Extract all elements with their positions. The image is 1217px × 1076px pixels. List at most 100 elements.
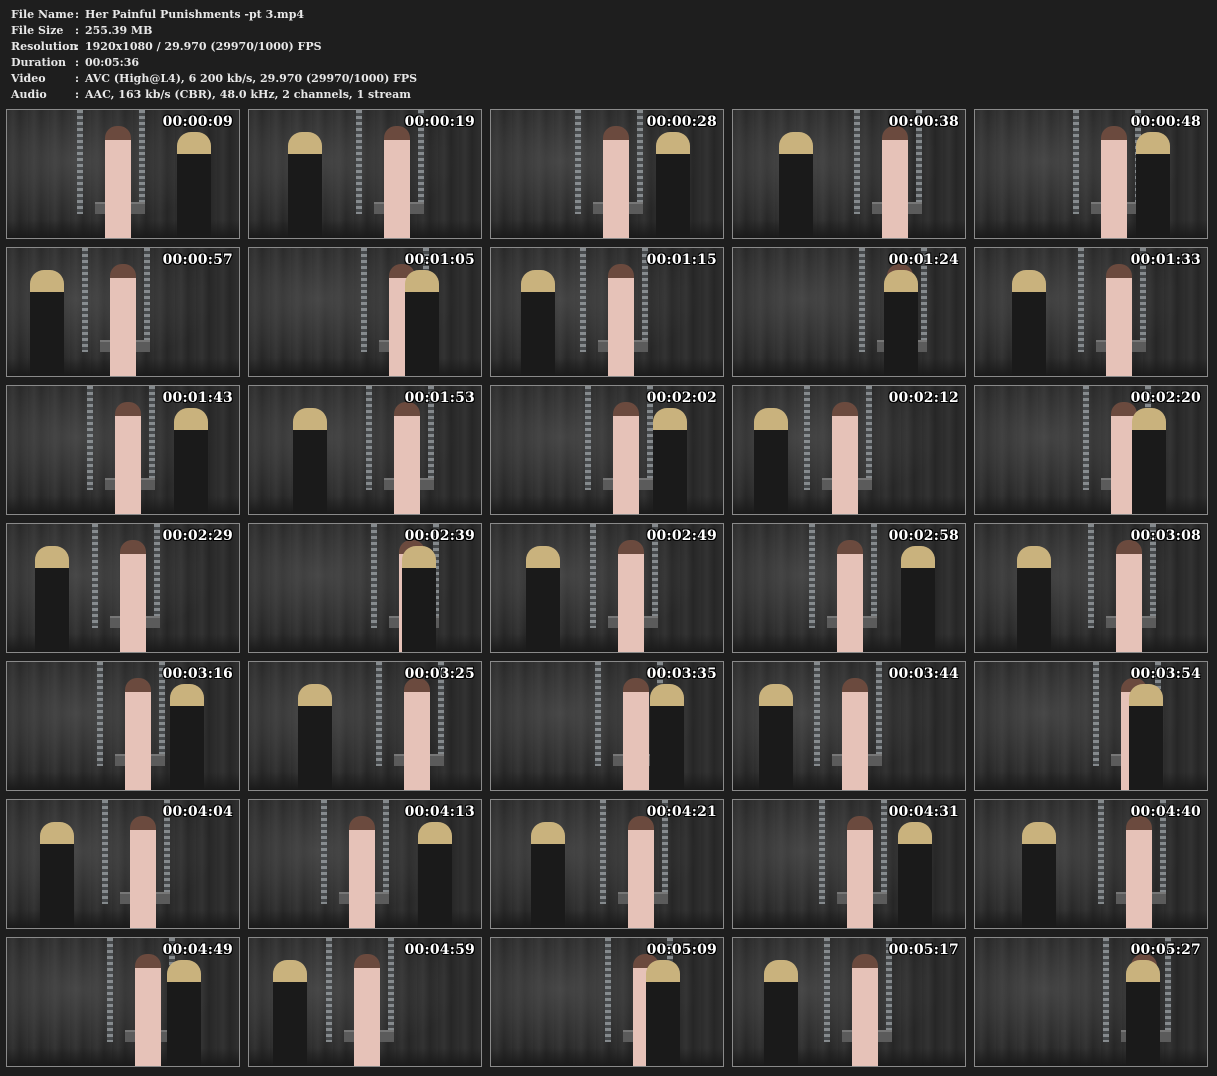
- figure-shape: [1125, 960, 1160, 1066]
- video-thumbnail: 00:03:16: [6, 661, 240, 791]
- video-thumbnail: 00:01:33: [974, 247, 1208, 377]
- figure-shape: [125, 678, 151, 790]
- chain-shape: [859, 248, 865, 352]
- chain-shape: [102, 800, 108, 904]
- figure-shape: [618, 540, 644, 652]
- figure-shape: [897, 822, 932, 928]
- thumbnail-timestamp: 00:00:38: [888, 114, 959, 130]
- video-thumbnail: 00:03:35: [490, 661, 724, 791]
- video-thumbnail: 00:01:43: [6, 385, 240, 515]
- video-thumbnail: 00:04:40: [974, 799, 1208, 929]
- figure-shape: [1021, 822, 1056, 928]
- video-thumbnail: 00:04:31: [732, 799, 966, 929]
- thumbnail-timestamp: 00:05:09: [646, 942, 717, 958]
- figure-shape: [394, 402, 420, 514]
- figure-shape: [1116, 540, 1142, 652]
- info-label: Audio: [11, 88, 47, 101]
- chain-shape: [819, 800, 825, 904]
- chain-shape: [321, 800, 327, 904]
- figure-shape: [882, 126, 908, 238]
- info-row-file-name: File Name : Her Painful Punishments -pt …: [11, 7, 417, 23]
- video-thumbnail: 00:00:19: [248, 109, 482, 239]
- chain-shape: [824, 938, 830, 1042]
- thumbnail-timestamp: 00:03:25: [404, 666, 475, 682]
- chain-shape: [77, 110, 83, 214]
- info-row-file-size: File Size : 255.39 MB: [11, 23, 417, 39]
- info-value: AAC, 163 kb/s (CBR), 48.0 kHz, 2 channel…: [85, 88, 411, 101]
- figure-shape: [1132, 408, 1167, 514]
- chain-shape: [139, 110, 145, 214]
- info-value: 00:05:36: [85, 56, 140, 69]
- thumbnail-timestamp: 00:02:02: [646, 390, 717, 406]
- thumbnail-timestamp: 00:01:15: [646, 252, 717, 268]
- thumbnail-timestamp: 00:04:04: [162, 804, 233, 820]
- thumbnail-timestamp: 00:01:53: [404, 390, 475, 406]
- thumbnail-timestamp: 00:04:40: [1130, 804, 1201, 820]
- thumbnail-timestamp: 00:03:08: [1130, 528, 1201, 544]
- thumbnail-timestamp: 00:02:39: [404, 528, 475, 544]
- thumbnail-timestamp: 00:05:27: [1130, 942, 1201, 958]
- figure-shape: [623, 678, 649, 790]
- thumbnail-timestamp: 00:02:29: [162, 528, 233, 544]
- chain-shape: [1088, 524, 1094, 628]
- figure-shape: [384, 126, 410, 238]
- figure-shape: [173, 408, 208, 514]
- thumbnail-timestamp: 00:01:24: [888, 252, 959, 268]
- figure-shape: [613, 402, 639, 514]
- video-thumbnail: 00:02:39: [248, 523, 482, 653]
- figure-shape: [525, 546, 560, 652]
- chain-shape: [92, 524, 98, 628]
- figure-shape: [349, 816, 375, 928]
- thumbnail-grid: 00:00:09 00:00:19 00:00:28 00:00:38 00:00:48…: [6, 109, 1213, 1071]
- figure-shape: [272, 960, 307, 1066]
- chain-shape: [107, 938, 113, 1042]
- chain-shape: [605, 938, 611, 1042]
- video-thumbnail: 00:04:49: [6, 937, 240, 1067]
- figure-shape: [832, 402, 858, 514]
- figure-shape: [29, 270, 64, 376]
- chain-shape: [1098, 800, 1104, 904]
- figure-shape: [608, 264, 634, 376]
- info-row-video: Video : AVC (High@L4), 6 200 kb/s, 29.97…: [11, 71, 417, 87]
- video-thumbnail: 00:02:58: [732, 523, 966, 653]
- thumbnail-timestamp: 00:02:12: [888, 390, 959, 406]
- video-thumbnail: 00:04:13: [248, 799, 482, 929]
- chain-shape: [149, 386, 155, 490]
- figure-shape: [1135, 132, 1170, 238]
- thumbnail-timestamp: 00:03:35: [646, 666, 717, 682]
- thumbnail-timestamp: 00:04:59: [404, 942, 475, 958]
- video-thumbnail: 00:02:49: [490, 523, 724, 653]
- figure-shape: [753, 408, 788, 514]
- video-thumbnail: 00:04:59: [248, 937, 482, 1067]
- figure-shape: [837, 540, 863, 652]
- figure-shape: [177, 132, 211, 238]
- thumbnail-timestamp: 00:00:09: [162, 114, 233, 130]
- chain-shape: [1093, 662, 1099, 766]
- video-thumbnail: 00:01:05: [248, 247, 482, 377]
- chain-shape: [854, 110, 860, 214]
- video-thumbnail: 00:04:04: [6, 799, 240, 929]
- info-label: Video: [11, 72, 46, 85]
- figure-shape: [1011, 270, 1046, 376]
- thumbnail-timestamp: 00:04:31: [888, 804, 959, 820]
- info-label: File Name: [11, 8, 74, 21]
- chain-shape: [97, 662, 103, 766]
- video-thumbnail: 00:00:28: [490, 109, 724, 239]
- chain-shape: [804, 386, 810, 490]
- figure-shape: [404, 678, 430, 790]
- figure-shape: [653, 408, 687, 514]
- chain-shape: [154, 524, 160, 628]
- info-separator: :: [75, 24, 80, 37]
- chain-shape: [590, 524, 596, 628]
- thumbnail-timestamp: 00:04:49: [162, 942, 233, 958]
- figure-shape: [1016, 546, 1051, 652]
- figure-shape: [405, 270, 439, 376]
- info-separator: :: [75, 40, 80, 53]
- figure-shape: [901, 546, 935, 652]
- video-thumbnail: 00:03:25: [248, 661, 482, 791]
- figure-shape: [842, 678, 868, 790]
- chain-shape: [366, 386, 372, 490]
- thumbnail-timestamp: 00:00:19: [404, 114, 475, 130]
- info-separator: :: [75, 56, 80, 69]
- chain-shape: [595, 662, 601, 766]
